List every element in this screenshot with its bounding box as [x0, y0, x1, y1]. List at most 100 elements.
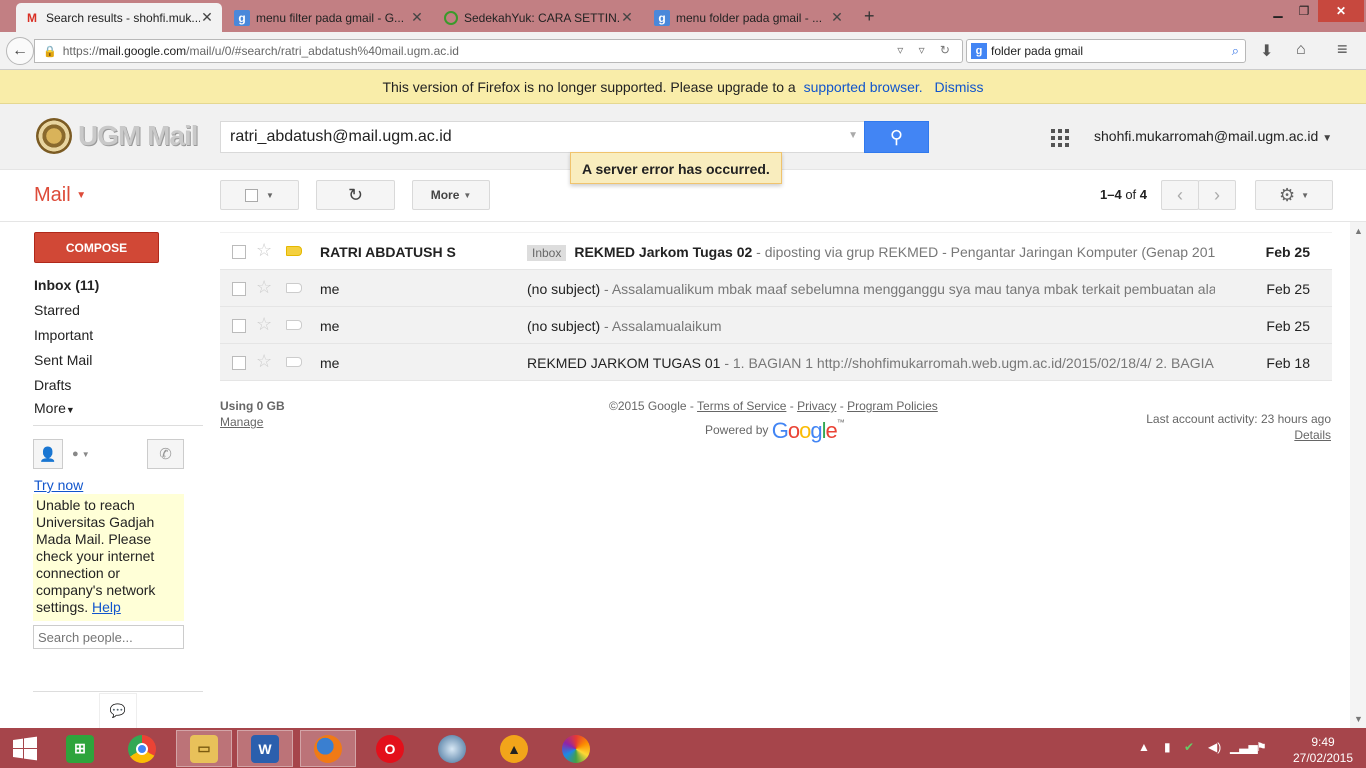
- row-checkbox[interactable]: [232, 245, 246, 259]
- table-row[interactable]: ☆ RATRI ABDATUSH S Inbox REKMED Jarkom Tu…: [220, 233, 1332, 270]
- count-range: 1–4: [1100, 187, 1122, 202]
- inbox-label-badge[interactable]: Inbox: [527, 245, 567, 261]
- sidebar-item-sent-mail[interactable]: Sent Mail: [34, 352, 92, 368]
- taskbar-aimp[interactable]: ▲: [486, 730, 542, 767]
- home-icon[interactable]: ⌂: [1296, 41, 1306, 59]
- manage-link[interactable]: Manage: [220, 415, 263, 429]
- browser-search-bar[interactable]: g folder pada gmail ⌕: [966, 39, 1246, 63]
- sidebar-bottom-divider: [33, 691, 203, 692]
- toolbar-divider: [0, 221, 1366, 222]
- volume-icon[interactable]: ◀): [1208, 740, 1221, 754]
- close-tab-icon[interactable]: ✕: [410, 9, 424, 26]
- apps-grid-icon[interactable]: [1051, 129, 1069, 147]
- sidebar-item-more[interactable]: More▼: [34, 400, 75, 416]
- minimize-icon[interactable]: ▁: [1266, 0, 1290, 22]
- compose-button[interactable]: COMPOSE: [34, 232, 159, 263]
- windows-start-button[interactable]: [0, 730, 50, 767]
- browser-tab-filter[interactable]: g menu filter pada gmail - G... ✕: [226, 3, 432, 32]
- taskbar-network-app[interactable]: [424, 730, 480, 767]
- back-arrow-icon[interactable]: ←: [6, 37, 34, 65]
- star-icon[interactable]: ☆: [256, 351, 272, 372]
- star-icon[interactable]: ☆: [256, 240, 272, 261]
- google-search-engine-icon[interactable]: g: [971, 43, 987, 59]
- help-link[interactable]: Help: [92, 599, 121, 615]
- important-marker-icon[interactable]: [286, 283, 302, 293]
- chrome-icon: [128, 734, 156, 763]
- search-options-dropdown-icon[interactable]: ▼: [848, 130, 858, 141]
- chat-toggle-button[interactable]: 💬: [99, 693, 137, 729]
- sidebar-divider: [33, 425, 203, 426]
- taskbar-clock[interactable]: 9:49 27/02/2015: [1290, 734, 1356, 766]
- vertical-scrollbar[interactable]: ▲ ▼: [1350, 222, 1366, 728]
- try-now-link[interactable]: Try now: [34, 477, 83, 493]
- newer-button[interactable]: ‹: [1161, 180, 1199, 210]
- settings-button[interactable]: ⚙ ▼: [1255, 180, 1333, 210]
- reload-icon[interactable]: ▿ ▿ ↻: [897, 43, 956, 57]
- table-row[interactable]: ☆ me (no subject) - Assalamualaikum Feb …: [220, 307, 1332, 344]
- new-tab-button[interactable]: +: [864, 6, 875, 27]
- ugm-mail-logo[interactable]: UGM Mail: [36, 118, 199, 154]
- avatar[interactable]: 👤: [33, 439, 63, 469]
- battery-icon[interactable]: ▮: [1164, 740, 1171, 754]
- row-checkbox[interactable]: [232, 356, 246, 370]
- star-icon[interactable]: ☆: [256, 277, 272, 298]
- account-menu[interactable]: shohfi.mukarromah@mail.ugm.ac.id ▼: [1094, 128, 1332, 144]
- show-hidden-icons[interactable]: ▲: [1138, 740, 1150, 754]
- search-icon[interactable]: ⌕: [1232, 43, 1239, 59]
- taskbar-opera[interactable]: O: [362, 730, 418, 767]
- taskbar-photos[interactable]: [548, 730, 604, 767]
- older-button[interactable]: ›: [1198, 180, 1236, 210]
- browser-tab-folder[interactable]: g menu folder pada gmail - ... ✕: [646, 3, 852, 32]
- close-window-icon[interactable]: ✕: [1318, 0, 1364, 22]
- network-signal-icon[interactable]: ▁▃▅: [1230, 740, 1258, 754]
- search-button[interactable]: ⚲: [864, 121, 929, 153]
- privacy-link[interactable]: Privacy: [797, 399, 836, 413]
- action-center-icon[interactable]: ✔: [1184, 740, 1194, 754]
- program-policies-link[interactable]: Program Policies: [847, 399, 938, 413]
- taskbar-firefox[interactable]: [300, 730, 356, 767]
- details-link[interactable]: Details: [1294, 428, 1331, 442]
- browser-tab-gmail[interactable]: M Search results - shohfi.muk... ✕: [16, 3, 222, 32]
- supported-browser-link[interactable]: supported browser.: [804, 79, 923, 95]
- sidebar-item-starred[interactable]: Starred: [34, 302, 80, 318]
- mail-menu[interactable]: Mail ▼: [34, 184, 86, 207]
- refresh-button[interactable]: ↻: [316, 180, 395, 210]
- row-checkbox[interactable]: [232, 282, 246, 296]
- terms-link[interactable]: Terms of Service: [697, 399, 786, 413]
- browser-tab-sedekahyuk[interactable]: SedekahYuk: CARA SETTIN... ✕: [436, 3, 642, 32]
- star-icon[interactable]: ☆: [256, 314, 272, 335]
- url-bar[interactable]: 🔒 https://mail.google.com/mail/u/0/#sear…: [34, 39, 963, 63]
- taskbar-word[interactable]: W: [237, 730, 293, 767]
- important-marker-icon[interactable]: [286, 320, 302, 330]
- close-tab-icon[interactable]: ✕: [620, 9, 634, 26]
- important-marker-icon[interactable]: [286, 246, 302, 256]
- download-icon[interactable]: ⬇: [1260, 41, 1273, 61]
- more-button[interactable]: More ▼: [412, 180, 490, 210]
- flag-icon[interactable]: ⚑: [1256, 740, 1267, 754]
- menu-icon[interactable]: ≡: [1337, 39, 1348, 60]
- scroll-down-icon[interactable]: ▼: [1354, 714, 1363, 724]
- taskbar-chrome[interactable]: [114, 730, 170, 767]
- table-row[interactable]: ☆ me REKMED JARKOM TUGAS 01 - 1. BAGIAN …: [220, 344, 1332, 381]
- table-row[interactable]: ☆ me (no subject) - Assalamualikum mbak …: [220, 270, 1332, 307]
- taskbar-file-explorer[interactable]: ▭: [176, 730, 232, 767]
- mail-search-input[interactable]: ratri_abdatush@mail.ugm.ac.id ▼: [220, 121, 865, 153]
- message-subject: (no subject): [527, 318, 601, 334]
- select-all-checkbox[interactable]: ▼: [220, 180, 299, 210]
- scroll-up-icon[interactable]: ▲: [1354, 226, 1363, 236]
- sidebar-item-drafts[interactable]: Drafts: [34, 377, 71, 393]
- important-marker-icon[interactable]: [286, 357, 302, 367]
- chevron-down-icon: ▼: [81, 450, 90, 459]
- maximize-icon[interactable]: ❐: [1292, 0, 1316, 22]
- search-people-input[interactable]: [33, 625, 184, 649]
- google-logo: Google: [771, 418, 838, 443]
- presence-status-menu[interactable]: ● ▼: [72, 448, 90, 460]
- close-tab-icon[interactable]: ✕: [830, 9, 844, 26]
- call-phone-button[interactable]: ✆: [147, 439, 184, 469]
- dismiss-link[interactable]: Dismiss: [935, 79, 984, 95]
- sidebar-item-inbox[interactable]: Inbox (11): [34, 277, 99, 293]
- row-checkbox[interactable]: [232, 319, 246, 333]
- close-tab-icon[interactable]: ✕: [200, 9, 214, 26]
- taskbar-store[interactable]: ⊞: [52, 730, 108, 767]
- sidebar-item-important[interactable]: Important: [34, 327, 93, 343]
